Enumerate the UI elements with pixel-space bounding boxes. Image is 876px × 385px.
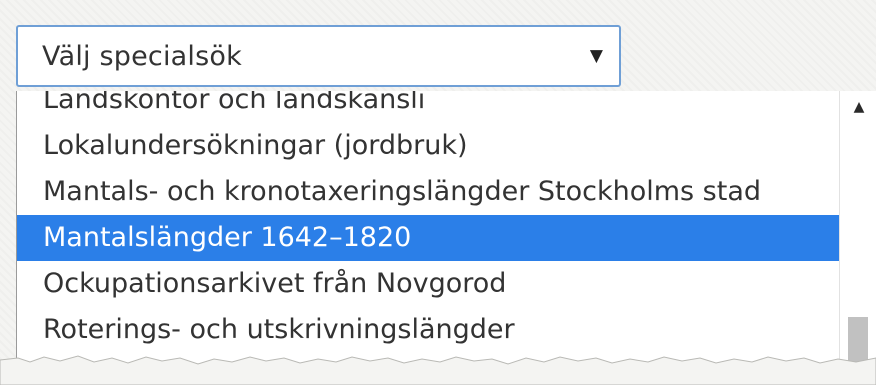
list-item-selected[interactable]: Mantalslängder 1642–1820 xyxy=(17,215,839,261)
dropdown-list[interactable]: Landskontor och landskansli Lokalundersö… xyxy=(16,91,876,363)
vertical-scrollbar[interactable]: ▲ xyxy=(839,91,876,363)
torn-edge-decoration xyxy=(0,355,876,385)
special-search-select[interactable]: Välj specialsök ▼ xyxy=(16,25,621,87)
list-item[interactable]: Mantals- och kronotaxeringslängder Stock… xyxy=(17,169,839,215)
list-item[interactable]: Ockupationsarkivet från Novgorod xyxy=(17,261,839,307)
list-item[interactable]: Roterings- och utskrivningslängder xyxy=(17,307,839,353)
list-item[interactable]: Lokalundersökningar (jordbruk) xyxy=(17,123,839,169)
triangle-down-icon[interactable]: ▼ xyxy=(590,46,603,66)
select-value: Välj specialsök xyxy=(42,40,242,72)
triangle-up-icon[interactable]: ▲ xyxy=(840,99,876,115)
list-item[interactable]: Landskontor och landskansli xyxy=(17,91,839,123)
dropdown-items: Landskontor och landskansli Lokalundersö… xyxy=(17,91,839,363)
